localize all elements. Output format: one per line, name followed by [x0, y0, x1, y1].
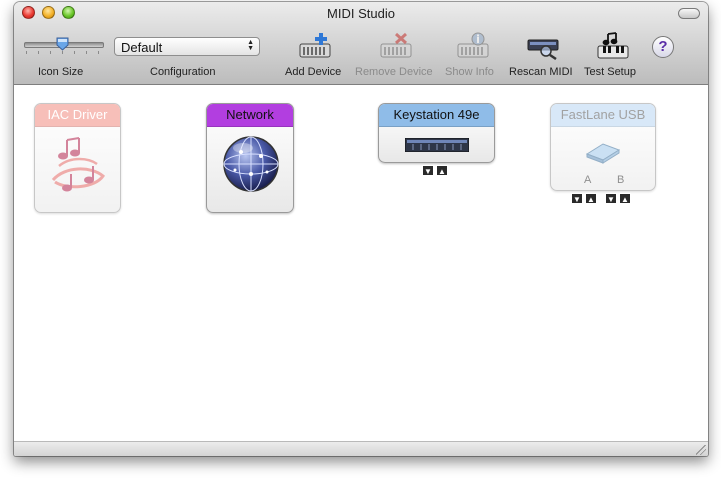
port-a-in[interactable]: ▼ — [571, 193, 583, 204]
fastlane-port-a-arrows: ▼ ▲ — [571, 193, 597, 204]
device-iac-driver[interactable]: IAC Driver — [34, 103, 121, 213]
popup-arrows-icon: ▲ ▼ — [247, 39, 254, 52]
add-device-icon[interactable] — [298, 32, 332, 60]
device-network[interactable]: Network — [206, 103, 294, 213]
device-name: Network — [207, 104, 293, 127]
midi-studio-window: MIDI Studio Icon Size Default ▲ ▼ Configu… — [14, 2, 708, 456]
music-notes-icon — [51, 137, 105, 192]
toolbar-toggle-button[interactable] — [678, 8, 700, 19]
show-info-button[interactable]: Show Info — [445, 66, 494, 78]
interface-icon — [585, 143, 621, 164]
port-b-out[interactable]: ▲ — [619, 193, 631, 204]
device-name: Keystation 49e — [379, 104, 494, 127]
add-device-button[interactable]: Add Device — [285, 66, 341, 78]
network-globe-icon — [223, 136, 279, 192]
midi-in-port[interactable]: ▼ — [422, 165, 434, 176]
icon-size-label: Icon Size — [38, 66, 84, 78]
configuration-label: Configuration — [150, 66, 216, 78]
device-name: FastLane USB — [551, 104, 655, 127]
keystation-port-arrows: ▼ ▲ — [422, 165, 448, 176]
midi-out-port[interactable]: ▲ — [436, 165, 448, 176]
device-canvas[interactable]: IAC Driver Network Keystation 49e ▼ ▲ Fa… — [14, 85, 708, 441]
window-title: MIDI Studio — [327, 6, 395, 21]
test-setup-icon[interactable] — [596, 32, 630, 60]
help-icon[interactable]: ? — [652, 36, 674, 58]
port-a-label: A — [584, 174, 592, 186]
device-name: IAC Driver — [35, 104, 120, 127]
port-b-label: B — [617, 174, 625, 186]
rescan-midi-icon[interactable] — [526, 32, 560, 60]
icon-size-slider-thumb[interactable] — [56, 37, 69, 51]
configuration-value: Default — [121, 40, 163, 55]
device-keystation-49e[interactable]: Keystation 49e — [378, 103, 495, 163]
icon-size-slider-ticks — [26, 51, 102, 54]
fastlane-port-b-arrows: ▼ ▲ — [605, 193, 631, 204]
rescan-midi-button[interactable]: Rescan MIDI — [509, 66, 573, 78]
keyboard-icon — [405, 138, 469, 152]
port-b-in[interactable]: ▼ — [605, 193, 617, 204]
status-bar — [14, 441, 708, 456]
remove-device-icon[interactable] — [379, 32, 413, 60]
port-a-out[interactable]: ▲ — [585, 193, 597, 204]
titlebar-toolbar: MIDI Studio Icon Size Default ▲ ▼ Configu… — [14, 2, 708, 85]
resize-grip-icon[interactable] — [696, 445, 706, 455]
show-info-icon[interactable] — [456, 32, 490, 60]
test-setup-button[interactable]: Test Setup — [584, 66, 636, 78]
configuration-select[interactable]: Default ▲ ▼ — [114, 37, 260, 56]
remove-device-button[interactable]: Remove Device — [355, 66, 433, 78]
device-fastlane-usb[interactable]: FastLane USB A B — [550, 103, 656, 191]
